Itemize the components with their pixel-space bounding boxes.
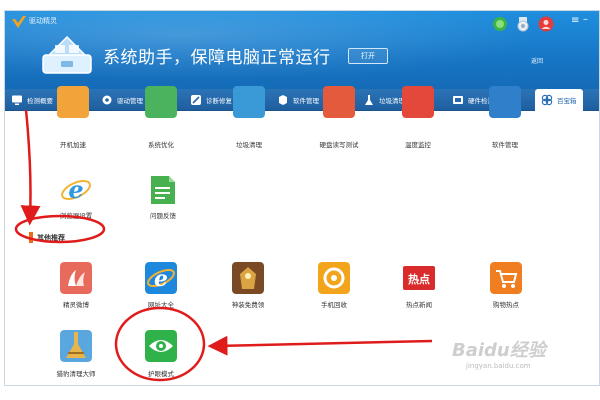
section-header: 其他推荐 — [29, 232, 65, 243]
return-link[interactable]: 返回 — [531, 56, 543, 65]
svg-text:e: e — [68, 175, 83, 204]
recommend-label: 网址大全 — [148, 301, 174, 309]
bottom-label: 护眼模式 — [148, 370, 174, 378]
watermark: Baidu经验 jingyan.baidu.com — [452, 336, 582, 376]
screenshot-stage: 驱动精灵 系统助手，保障电脑正常运行 打开 返回 ≡ – 检测概要 驱动管理 诊… — [0, 0, 600, 400]
gear-icon — [102, 95, 112, 105]
app-window: 驱动精灵 系统助手，保障电脑正常运行 打开 返回 ≡ – 检测概要 驱动管理 诊… — [4, 10, 600, 386]
tab-label: 检测概要 — [27, 97, 53, 105]
tab-toolbox[interactable]: 百宝箱 — [535, 89, 583, 111]
tool-label: 硬盘读写测试 — [319, 141, 359, 149]
broom-icon[interactable] — [60, 330, 92, 362]
tab-diagnose-repair[interactable]: 诊断修复 — [190, 89, 232, 111]
junk-clean-icon[interactable] — [233, 86, 265, 118]
tab-driver-manage[interactable]: 驱动管理 — [101, 89, 143, 111]
ie-browser-icon[interactable]: e — [60, 174, 92, 206]
toolbox-hero-icon — [42, 35, 92, 74]
menu-icon[interactable]: ≡ — [571, 15, 579, 26]
cart-icon[interactable] — [490, 262, 522, 294]
recommend-label: 热点新闻 — [406, 301, 432, 309]
weibo-icon[interactable] — [60, 262, 92, 294]
hot-news-icon[interactable]: 热点 — [403, 262, 435, 294]
broom-icon — [365, 95, 373, 105]
boot-speed-icon[interactable] — [57, 86, 89, 118]
tab-software-manage[interactable]: 软件管理 — [277, 89, 319, 111]
bottom-label: 猎豹清理大师 — [56, 370, 96, 378]
watermark-url: jingyan.baidu.com — [466, 362, 531, 370]
recycle-icon[interactable] — [318, 262, 350, 294]
browser-settings-label: 浏览器设置 — [59, 212, 93, 220]
app-logo-icon — [12, 16, 26, 28]
tab-junk-clean[interactable]: 垃圾清理 — [363, 89, 405, 111]
ie-browser-icon[interactable]: e — [145, 262, 177, 294]
header-banner: 驱动精灵 系统助手，保障电脑正常运行 打开 返回 ≡ – — [5, 11, 599, 89]
tab-label: 软件管理 — [293, 97, 319, 105]
medal-icon[interactable] — [515, 16, 531, 32]
tab-hardware-check[interactable]: 硬件检测 — [452, 89, 494, 111]
speed-ball-icon[interactable] — [492, 16, 508, 32]
toolbox-icon — [541, 94, 553, 106]
tool-label: 垃圾清理 — [236, 141, 262, 149]
system-optimize-icon[interactable] — [145, 86, 177, 118]
tool-label: 温度监控 — [405, 141, 431, 149]
tool-label: 系统优化 — [148, 141, 174, 149]
armor-icon[interactable] — [232, 262, 264, 294]
minimize-icon[interactable]: – — [583, 14, 588, 25]
section-title: 其他推荐 — [37, 233, 65, 242]
software-icon — [279, 95, 287, 105]
eye-icon[interactable] — [145, 330, 177, 362]
software-manage-icon[interactable] — [489, 86, 521, 118]
watermark-brand: Baidu经验 — [452, 340, 546, 361]
open-button[interactable]: 打开 — [348, 48, 388, 64]
tab-overview[interactable]: 检测概要 — [11, 89, 53, 111]
feedback-icon[interactable] — [147, 174, 179, 206]
disk-test-icon[interactable] — [323, 86, 355, 118]
user-avatar-icon[interactable] — [538, 16, 554, 32]
tab-label: 百宝箱 — [557, 97, 577, 105]
recommend-label: 精灵微博 — [63, 301, 89, 309]
hardware-icon — [453, 96, 463, 104]
recommend-label: 神装免费领 — [231, 301, 265, 309]
feedback-label: 问题反馈 — [150, 212, 176, 220]
app-title: 驱动精灵 — [29, 17, 57, 25]
tab-label: 驱动管理 — [117, 97, 143, 105]
tool-label: 开机加速 — [60, 141, 86, 149]
svg-text:e: e — [154, 266, 168, 292]
wrench-icon — [191, 95, 201, 105]
recommend-label: 手机回收 — [321, 301, 347, 309]
section-accent-bar — [29, 232, 33, 243]
tab-label: 诊断修复 — [206, 97, 232, 105]
tool-label: 软件管理 — [492, 141, 518, 149]
temperature-icon[interactable] — [402, 86, 434, 118]
header-slogan: 系统助手，保障电脑正常运行 — [103, 48, 331, 68]
monitor-icon — [12, 95, 22, 105]
recommend-label: 购物热点 — [493, 301, 519, 309]
hot-badge-text: 热点 — [408, 272, 430, 286]
